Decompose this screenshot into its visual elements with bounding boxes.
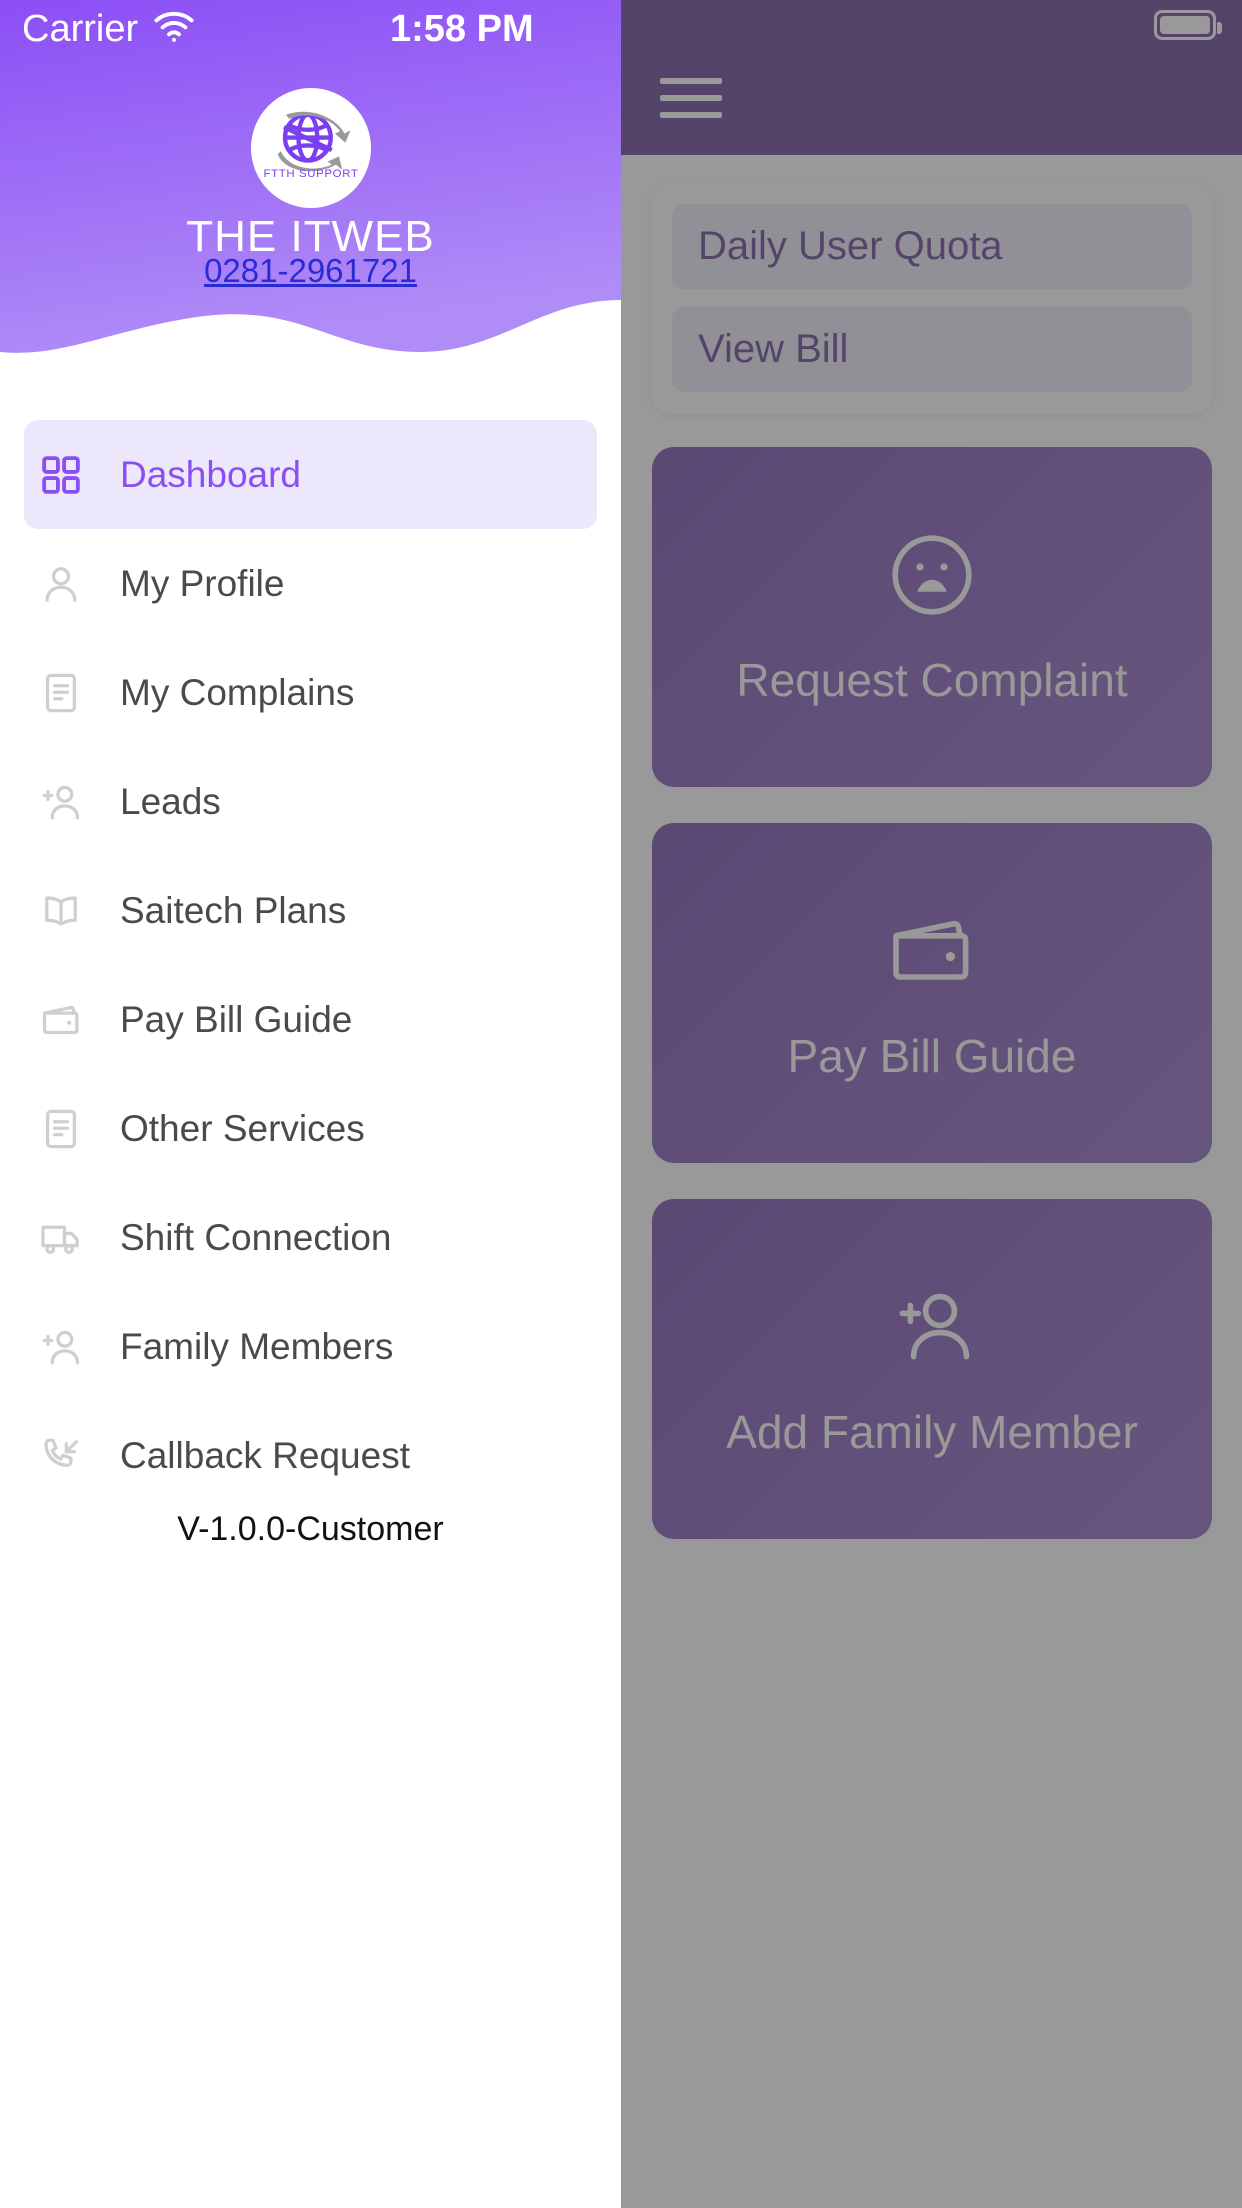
svg-text:FTTH SUPPORT: FTTH SUPPORT [263,168,358,180]
document-icon [28,665,94,721]
document-icon [28,1101,94,1157]
drawer-header: FTTH SUPPORT THE ITWEB 0281-2961721 [0,0,621,420]
status-bar-left: Carrier [22,8,196,51]
sidebar-item-saitech-plans[interactable]: Saitech Plans [0,856,621,965]
sidebar-item-label: My Profile [120,562,285,604]
drawer-header-wave [0,0,621,353]
brand-phone-link[interactable]: 0281-2961721 [0,252,621,290]
sidebar-item-label: Dashboard [120,453,302,495]
phone-incoming-icon [28,1428,94,1484]
person-add-icon [28,774,94,830]
sidebar-item-label: Pay Bill Guide [120,998,353,1040]
sidebar-item-label: My Complains [120,671,355,713]
carrier-label: Carrier [22,8,139,50]
sidebar-item-dashboard[interactable]: Dashboard [24,420,597,529]
sidebar-item-other-services[interactable]: Other Services [0,1074,621,1183]
sidebar-item-label: Callback Request [120,1434,410,1476]
sidebar-item-my-complains[interactable]: My Complains [0,638,621,747]
sidebar-item-label: Shift Connection [120,1216,392,1258]
sidebar-item-family-members[interactable]: Family Members [0,1292,621,1401]
sidebar-item-label: Saitech Plans [120,889,347,931]
globe-network-icon: FTTH SUPPORT [263,111,358,180]
app-version-label: V-1.0.0-Customer [177,1510,444,1548]
wallet-icon [28,992,94,1048]
navigation-drawer: FTTH SUPPORT THE ITWEB 0281-2961721 Dash… [0,0,621,2208]
sidebar-item-label: Leads [120,780,221,822]
sidebar-item-my-profile[interactable]: My Profile [0,529,621,638]
status-bar-clock: 1:58 PM [390,8,534,50]
grid-icon [28,447,94,503]
wifi-icon [152,10,196,49]
sidebar-item-label: Family Members [120,1325,394,1367]
sidebar-item-shift-connection[interactable]: Shift Connection [0,1183,621,1292]
sidebar-item-label: Other Services [120,1107,365,1149]
person-icon [28,556,94,612]
sidebar-item-pay-bill-guide[interactable]: Pay Bill Guide [0,965,621,1074]
truck-icon [28,1210,94,1266]
book-icon [28,883,94,939]
drawer-menu: Dashboard My Profile My Complains Leads … [0,420,621,1510]
person-add-icon [28,1319,94,1375]
brand-logo: FTTH SUPPORT [250,88,371,208]
sidebar-item-callback-request[interactable]: Callback Request [0,1401,621,1510]
sidebar-item-leads[interactable]: Leads [0,747,621,856]
